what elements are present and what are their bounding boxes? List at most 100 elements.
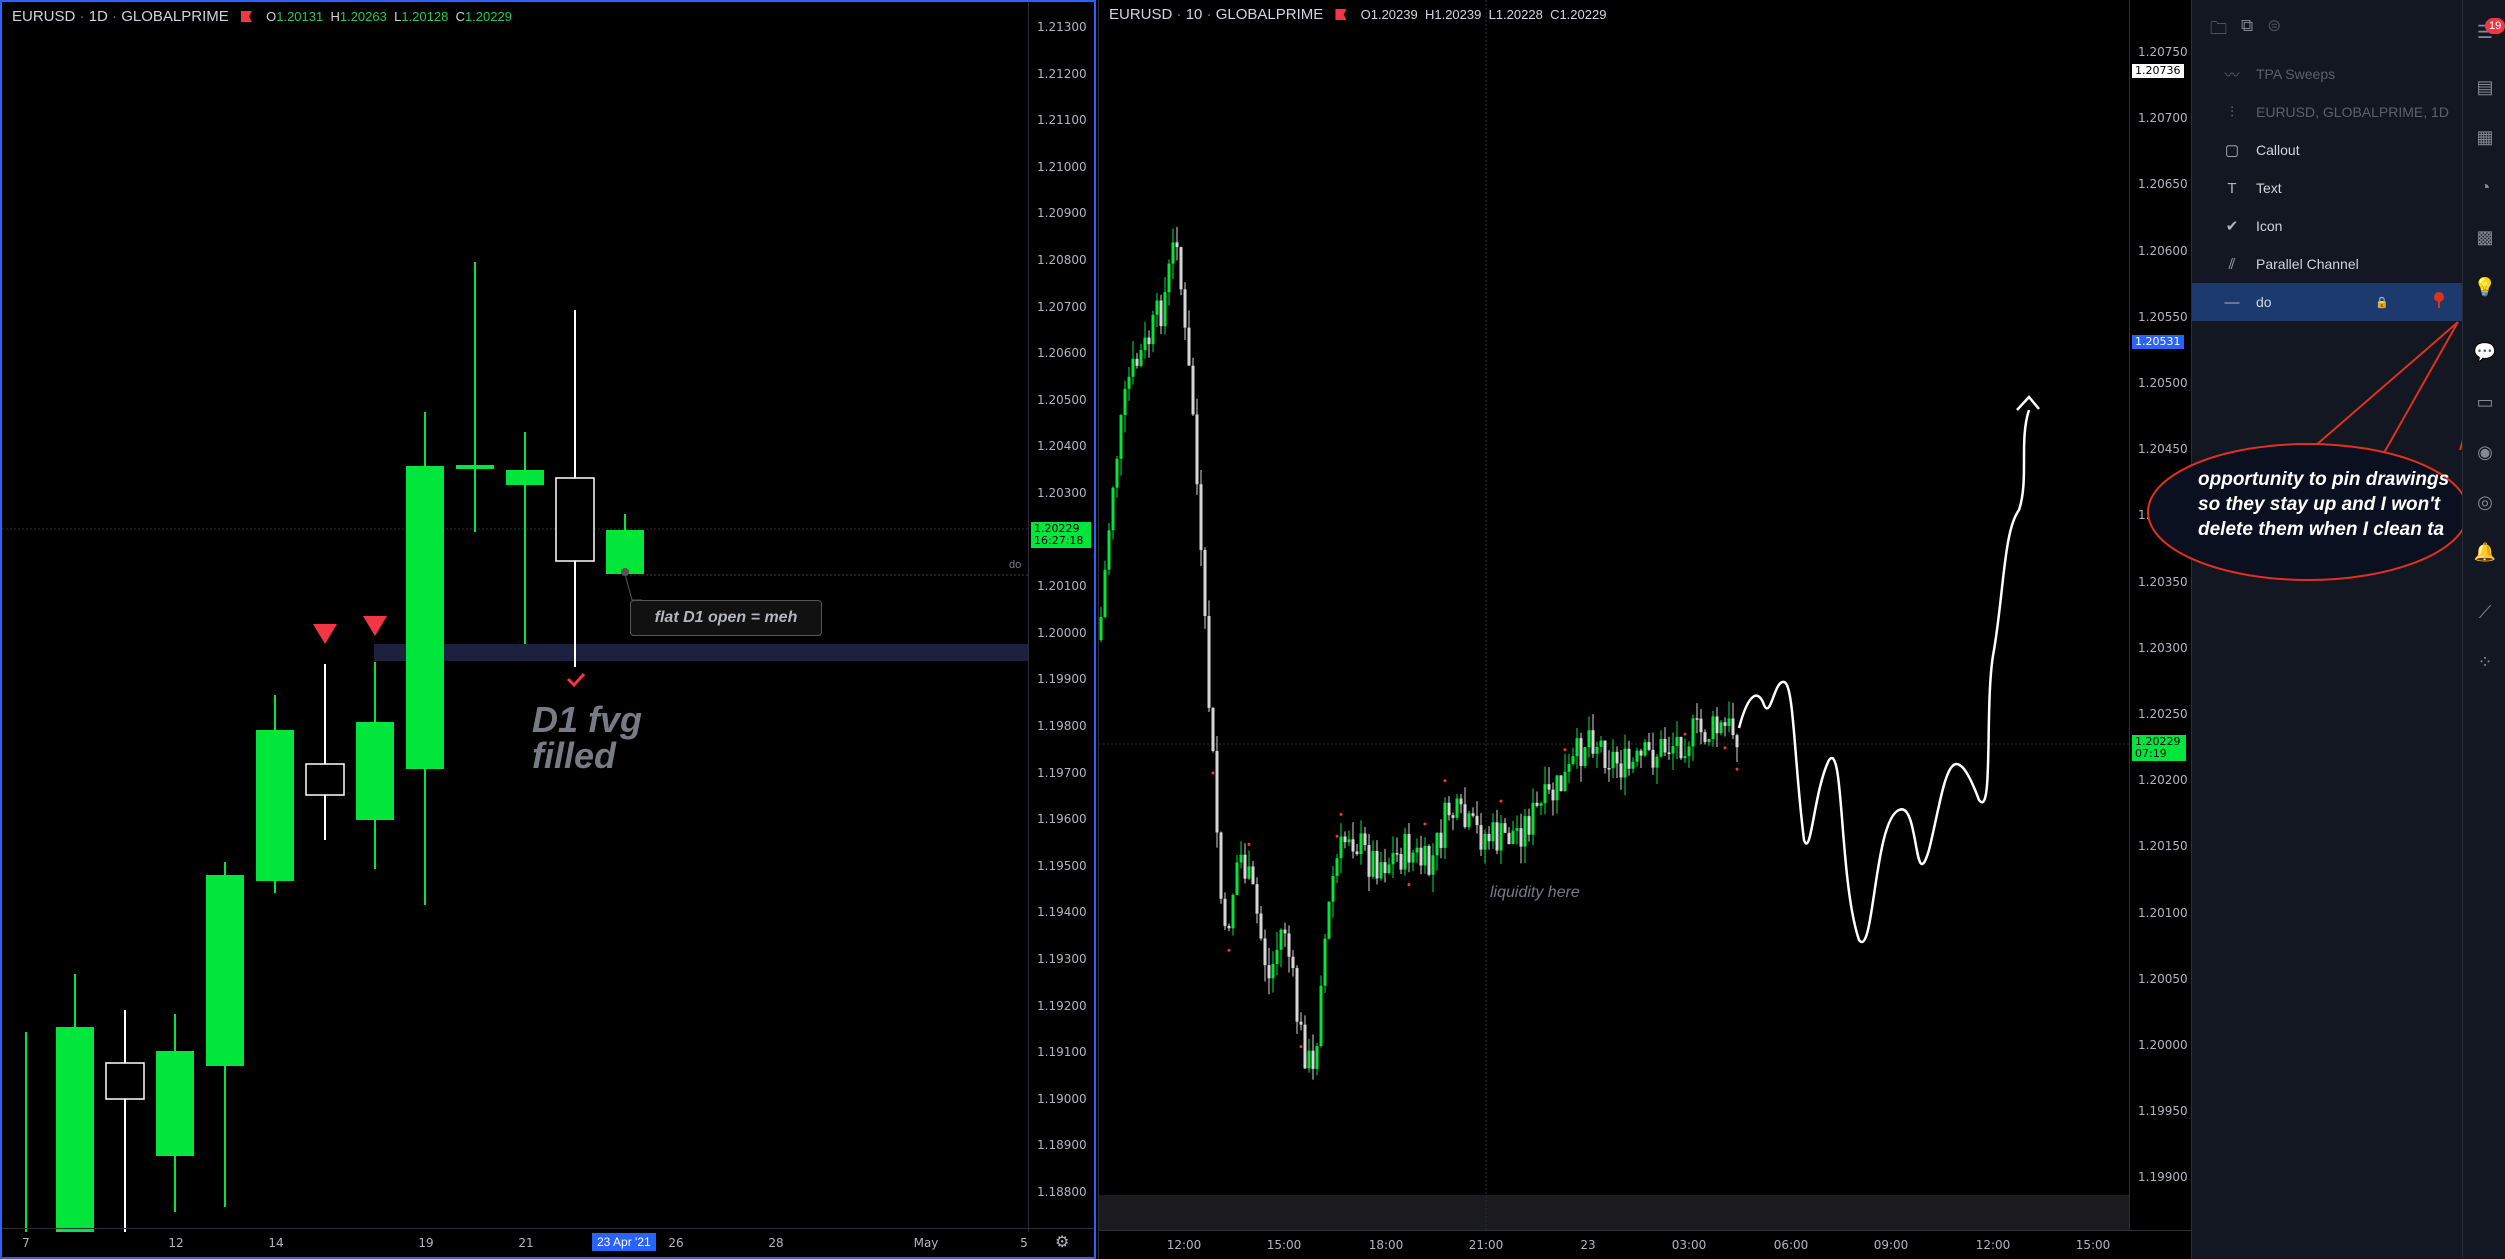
- right-chart-pane[interactable]: EURUSD · 10 · GLOBALPRIME O1.20239 H1.20…: [1098, 0, 2192, 1259]
- candle-body: [1275, 949, 1279, 964]
- candle-body: [1335, 858, 1339, 876]
- left-note-text[interactable]: D1 fvg filled: [532, 702, 642, 774]
- copy-icon[interactable]: ⧉: [2241, 16, 2253, 45]
- time-axis-tick: 12: [168, 1236, 184, 1250]
- annotation-bubble-text: opportunity to pin drawings so they stay…: [2198, 469, 2450, 540]
- candle-body: [1563, 771, 1567, 792]
- text-icon: T: [2227, 179, 2237, 197]
- time-axis-tick: May: [913, 1236, 939, 1250]
- folder-icon[interactable]: 🗀: [2210, 16, 2227, 45]
- candle-body: [1327, 901, 1331, 939]
- broadcast-icon[interactable]: ◎: [2473, 490, 2497, 514]
- price-axis-tick: 1.20000: [2138, 1038, 2188, 1052]
- sweep-marker: [1339, 812, 1343, 816]
- data-window-icon[interactable]: ◔: [2473, 175, 2497, 199]
- messages-icon[interactable]: ▭: [2473, 390, 2497, 414]
- price-axis-tick: 1.20100: [1037, 579, 1087, 594]
- candle-body: [1243, 854, 1247, 879]
- time-axis-tick: 15:00: [1266, 1238, 1302, 1252]
- candle-body: [1723, 722, 1727, 726]
- price-axis-tick: 1.19600: [1037, 812, 1087, 827]
- right-high-tag: 1.20736: [2132, 64, 2184, 78]
- candle-body: [1287, 933, 1291, 957]
- alerts-bell-icon[interactable]: 🔔: [2473, 540, 2497, 564]
- candle-body: [1579, 738, 1583, 766]
- right-time-axis[interactable]: 12:00 15:00 18:00 21:00 23 03:00 06:00 09:00 12:…: [1099, 1230, 2192, 1259]
- layers-icon[interactable]: ⊜: [2267, 16, 2281, 45]
- candle-body: [1387, 864, 1391, 874]
- callout-icon: ▢: [2224, 142, 2240, 159]
- trading-panel-icon[interactable]: ⟋: [2473, 600, 2497, 624]
- channel-icon: ⫽: [2228, 255, 2236, 273]
- candle-body: [1263, 938, 1267, 966]
- left-time-axis[interactable]: 7 12 14 19 21 26 28 May 5 23 Apr '21 ⚙: [2, 1228, 1094, 1257]
- ideas-icon[interactable]: 💡: [2473, 275, 2497, 299]
- candle-body: [1491, 822, 1495, 842]
- candle-body: [1603, 740, 1607, 768]
- liquidity-annotation[interactable]: liquidity here: [1490, 884, 1580, 902]
- candle-body: [1715, 716, 1719, 734]
- object-tree-item[interactable]: ⫶ EURUSD, GLOBALPRIME, 1D: [2192, 93, 2463, 131]
- candle-body: [1431, 855, 1435, 875]
- candle-body: [1467, 813, 1471, 828]
- candle-body: [1403, 834, 1407, 870]
- calendar-icon[interactable]: ▦: [2473, 125, 2497, 149]
- candle-body: [1379, 862, 1383, 879]
- streams-icon[interactable]: ◉: [2473, 440, 2497, 464]
- price-axis-tick: 1.19500: [1037, 858, 1087, 873]
- right-candles-canvas[interactable]: [1099, 0, 2129, 1230]
- candle-body: [1559, 775, 1563, 792]
- news-icon[interactable]: ▤: [2473, 75, 2497, 99]
- left-candles-canvas[interactable]: [2, 2, 1028, 1232]
- candle-body: [356, 722, 394, 820]
- left-price-axis[interactable]: 1.21300 1.21200 1.21100 1.21000 1.20900 1.208…: [1028, 2, 1094, 1232]
- candle-body: [1143, 337, 1147, 351]
- right-price-axis[interactable]: 1.20750 1.20700 1.20650 1.20600 1.20550 1.205…: [2129, 0, 2192, 1230]
- object-tree-item[interactable]: 〰 TPA Sweeps: [2192, 55, 2463, 93]
- time-axis-tick: 7: [22, 1236, 30, 1250]
- candle-body: [1115, 458, 1119, 488]
- object-tree-item-label: Callout: [2256, 142, 2300, 158]
- candle-body: [1575, 738, 1579, 757]
- price-axis-tick: 1.19700: [1037, 765, 1087, 780]
- pin-icon[interactable]: [2432, 291, 2446, 309]
- object-tree-item[interactable]: T Text: [2192, 169, 2463, 207]
- candle-body: [1099, 616, 1103, 640]
- candle-body: [1707, 738, 1711, 743]
- settings-gear-icon[interactable]: ⚙: [1055, 1232, 1069, 1252]
- object-tree-panel: 🗀 ⧉ ⊜ 〰 TPA Sweeps ⫶ EURUSD, GLOBALPRIME, 1…: [2191, 0, 2463, 1259]
- pin-annotation-bubble[interactable]: [2140, 300, 2480, 590]
- candle-body: [1671, 746, 1675, 754]
- candle-body: [56, 1027, 94, 1232]
- dom-icon[interactable]: ⁘: [2473, 650, 2497, 674]
- left-chart-pane[interactable]: EURUSD · 1D · GLOBALPRIME O1.20131 H1.20…: [0, 0, 1096, 1259]
- object-tree-item[interactable]: ▢ Callout: [2192, 131, 2463, 169]
- candle-body: [206, 875, 244, 1066]
- down-arrow-marker: [363, 616, 387, 636]
- candle-body: [1227, 925, 1231, 929]
- object-tree-item-label: Text: [2256, 180, 2282, 196]
- price-axis-tick: 1.19900: [2138, 1170, 2188, 1185]
- price-axis-tick: 1.20600: [1037, 346, 1087, 361]
- grid-icon[interactable]: ▩: [2473, 225, 2497, 249]
- candle-body: [1155, 300, 1159, 315]
- candle-body: [1451, 815, 1455, 818]
- candle-body: [1295, 968, 1299, 1022]
- left-callout[interactable]: flat D1 open = meh: [630, 600, 822, 636]
- price-axis-tick: 1.19100: [1037, 1045, 1087, 1060]
- sweep-marker: [1335, 834, 1339, 838]
- candle-body: [1635, 750, 1639, 762]
- object-tree-item[interactable]: ✔ Icon: [2192, 207, 2463, 245]
- candle-body: [1643, 742, 1647, 756]
- chat-icon[interactable]: 💬: [2473, 340, 2497, 364]
- candle-body: [1219, 832, 1223, 899]
- object-tree-item[interactable]: ⫽ Parallel Channel: [2192, 245, 2463, 283]
- candle-body: [1271, 963, 1275, 979]
- time-axis-tick: 19: [418, 1236, 434, 1250]
- candle-body: [1259, 913, 1263, 939]
- time-axis-tick: 09:00: [1873, 1238, 1909, 1252]
- candle-body: [1231, 894, 1235, 929]
- left-time-highlight: 23 Apr '21: [592, 1233, 656, 1251]
- candle-body: [1459, 798, 1463, 805]
- candle-body: [1679, 736, 1683, 759]
